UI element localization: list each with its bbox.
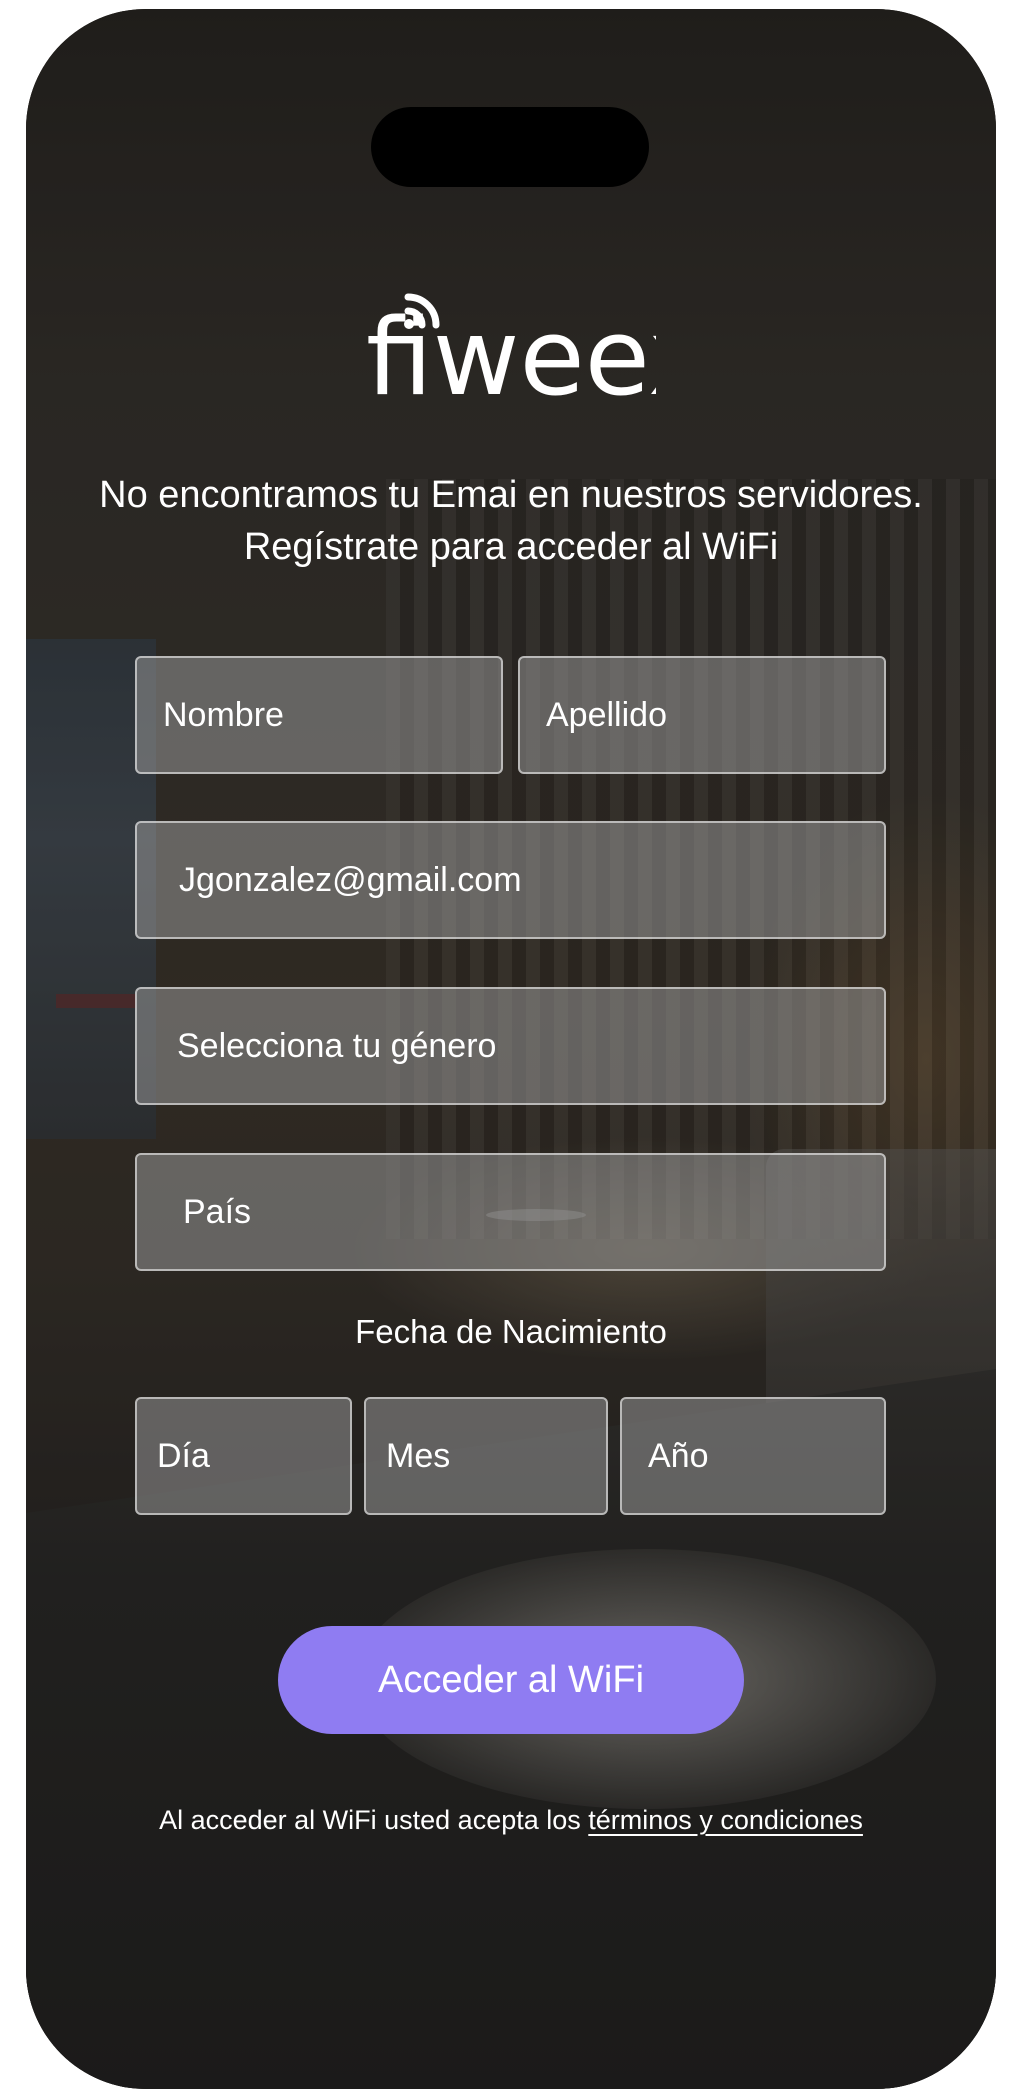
country-select-label: País <box>183 1192 252 1231</box>
last-name-field[interactable] <box>518 656 886 774</box>
country-select[interactable]: País <box>135 1153 886 1271</box>
access-wifi-button[interactable]: Acceder al WiFi <box>278 1626 744 1734</box>
terms-prefix: Al acceder al WiFi usted acepta los <box>159 1805 589 1835</box>
wifi-signal-icon: fiweex <box>366 293 656 409</box>
terms-notice: Al acceder al WiFi usted acepta los térm… <box>26 1805 996 1836</box>
terms-link[interactable]: términos y condiciones <box>588 1805 863 1835</box>
day-input[interactable] <box>137 1399 350 1513</box>
phone-screen: fiweex No encontramos tu Emai en nuestro… <box>26 9 996 2089</box>
year-input[interactable] <box>622 1399 884 1513</box>
email-field[interactable] <box>135 821 886 939</box>
month-input[interactable] <box>366 1399 606 1513</box>
birth-date-label: Fecha de Nacimiento <box>355 1313 667 1350</box>
brand-logo: fiweex <box>26 289 996 439</box>
year-field[interactable] <box>620 1397 886 1515</box>
first-name-input[interactable] <box>137 658 501 772</box>
gender-select[interactable]: Selecciona tu género <box>135 987 886 1105</box>
not-found-message: No encontramos tu Emai en nuestros servi… <box>99 474 923 516</box>
gender-select-label: Selecciona tu género <box>177 1026 497 1065</box>
day-field[interactable] <box>135 1397 352 1515</box>
last-name-input[interactable] <box>520 658 884 772</box>
email-input[interactable] <box>137 823 884 937</box>
dynamic-island <box>371 107 649 187</box>
month-field[interactable] <box>364 1397 608 1515</box>
register-message: Regístrate para acceder al WiFi <box>243 526 779 568</box>
first-name-field[interactable] <box>135 656 503 774</box>
